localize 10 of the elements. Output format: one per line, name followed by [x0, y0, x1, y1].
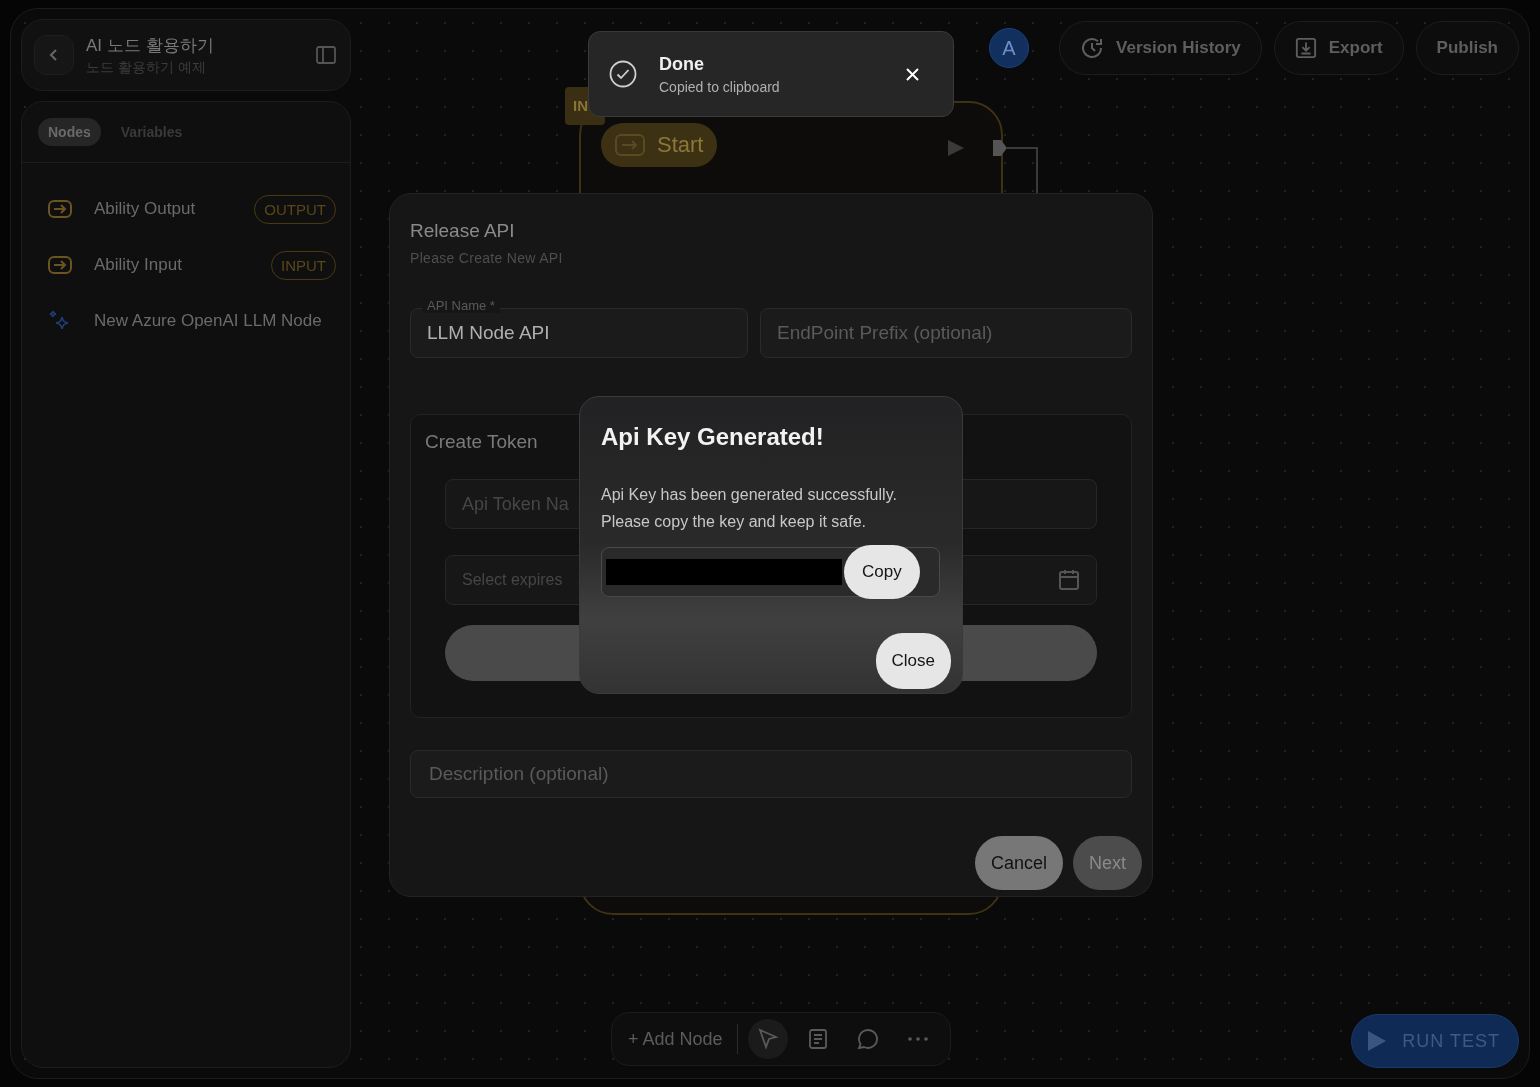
modal-title: Api Key Generated! — [601, 423, 825, 451]
field-label: API Name * — [422, 298, 500, 313]
section-title: Create Token — [425, 431, 538, 453]
modal-message: Api Key has been generated successfully. Please copy the key and keep it safe. — [601, 485, 898, 532]
toast-message: Copied to clipboard — [659, 78, 781, 95]
project-title: AI 노드 활용하기 — [86, 34, 215, 57]
start-node-title: Start — [601, 123, 718, 167]
toast-title: Done — [659, 53, 705, 75]
dialog-title: Release API — [410, 220, 516, 242]
dialog-subtitle: Please Create New API — [410, 250, 564, 266]
